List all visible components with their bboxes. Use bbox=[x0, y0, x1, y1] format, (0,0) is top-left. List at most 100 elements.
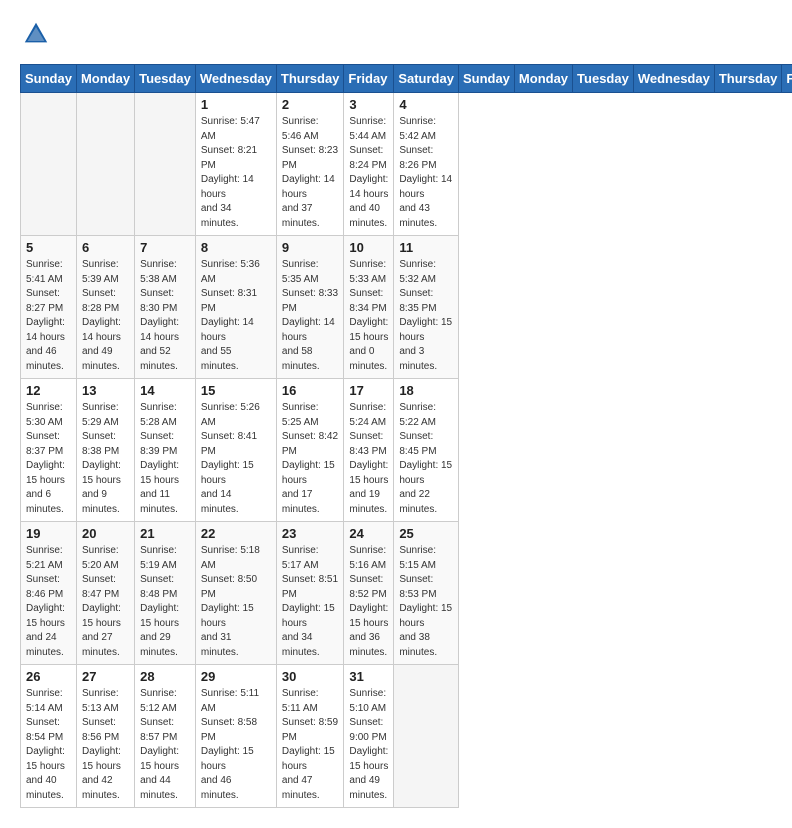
day-cell: 7 Sunrise: 5:38 AM Sunset: 8:30 PM Daylig… bbox=[135, 236, 196, 379]
col-header-thursday: Thursday bbox=[276, 65, 344, 93]
col-monday: Monday bbox=[514, 65, 572, 93]
day-info: Sunrise: 5:12 AM Sunset: 8:57 PM Dayligh… bbox=[140, 687, 190, 803]
day-number: 22 bbox=[201, 526, 271, 541]
day-info: Sunrise: 5:11 AM Sunset: 8:59 PM Dayligh… bbox=[282, 687, 339, 803]
week-row-2: 5 Sunrise: 5:41 AM Sunset: 8:27 PM Daylig… bbox=[21, 236, 792, 379]
day-info: Sunrise: 5:46 AM Sunset: 8:23 PM Dayligh… bbox=[282, 115, 339, 231]
day-number: 9 bbox=[282, 240, 339, 255]
day-cell: 22 Sunrise: 5:18 AM Sunset: 8:50 PM Dayli… bbox=[195, 522, 276, 665]
day-number: 27 bbox=[82, 669, 129, 684]
day-cell: 23Sunrise: 5:17 AM Sunset: 8:51 PM Dayli… bbox=[276, 522, 344, 665]
day-number: 8 bbox=[201, 240, 271, 255]
day-number: 1 bbox=[201, 97, 271, 112]
day-cell: 5 Sunrise: 5:41 AM Sunset: 8:27 PM Daylig… bbox=[21, 236, 77, 379]
day-cell: 3 Sunrise: 5:44 AM Sunset: 8:24 PM Daylig… bbox=[344, 93, 394, 236]
day-number: 21 bbox=[140, 526, 190, 541]
day-number: 5 bbox=[26, 240, 71, 255]
day-number: 19 bbox=[26, 526, 71, 541]
day-cell: 18 Sunrise: 5:22 AM Sunset: 8:45 PM Dayli… bbox=[394, 379, 459, 522]
week-row-5: 26Sunrise: 5:14 AM Sunset: 8:54 PM Dayli… bbox=[21, 665, 792, 808]
day-info: Sunrise: 5:47 AM Sunset: 8:21 PM Dayligh… bbox=[201, 115, 271, 231]
day-number: 3 bbox=[349, 97, 388, 112]
day-cell: 8 Sunrise: 5:36 AM Sunset: 8:31 PM Daylig… bbox=[195, 236, 276, 379]
day-cell: 21 Sunrise: 5:19 AM Sunset: 8:48 PM Dayli… bbox=[135, 522, 196, 665]
day-info: Sunrise: 5:35 AM Sunset: 8:33 PM Dayligh… bbox=[282, 258, 339, 374]
col-tuesday: Tuesday bbox=[573, 65, 634, 93]
day-info: Sunrise: 5:32 AM Sunset: 8:35 PM Dayligh… bbox=[399, 258, 453, 374]
day-number: 16 bbox=[282, 383, 339, 398]
day-cell: 25 Sunrise: 5:15 AM Sunset: 8:53 PM Dayli… bbox=[394, 522, 459, 665]
day-number: 13 bbox=[82, 383, 129, 398]
day-info: Sunrise: 5:13 AM Sunset: 8:56 PM Dayligh… bbox=[82, 687, 129, 803]
day-info: Sunrise: 5:41 AM Sunset: 8:27 PM Dayligh… bbox=[26, 258, 71, 374]
day-number: 7 bbox=[140, 240, 190, 255]
day-number: 20 bbox=[82, 526, 129, 541]
day-cell: 30 Sunrise: 5:11 AM Sunset: 8:59 PM Dayli… bbox=[276, 665, 344, 808]
col-header-friday: Friday bbox=[344, 65, 394, 93]
day-info: Sunrise: 5:10 AM Sunset: 9:00 PM Dayligh… bbox=[349, 687, 388, 803]
day-cell: 12 Sunrise: 5:30 AM Sunset: 8:37 PM Dayli… bbox=[21, 379, 77, 522]
col-header-monday: Monday bbox=[76, 65, 134, 93]
day-cell: 19 Sunrise: 5:21 AM Sunset: 8:46 PM Dayli… bbox=[21, 522, 77, 665]
week-row-3: 12 Sunrise: 5:30 AM Sunset: 8:37 PM Dayli… bbox=[21, 379, 792, 522]
day-cell: 20 Sunrise: 5:20 AM Sunset: 8:47 PM Dayli… bbox=[76, 522, 134, 665]
calendar-header-row: SundayMondayTuesdayWednesdayThursdayFrid… bbox=[21, 65, 792, 93]
day-number: 4 bbox=[399, 97, 453, 112]
col-sunday: Sunday bbox=[458, 65, 514, 93]
day-number: 25 bbox=[399, 526, 453, 541]
day-cell bbox=[135, 93, 196, 236]
day-number: 11 bbox=[399, 240, 453, 255]
day-number: 28 bbox=[140, 669, 190, 684]
day-info: Sunrise: 5:25 AM Sunset: 8:42 PM Dayligh… bbox=[282, 401, 339, 517]
day-cell: 6Sunrise: 5:39 AM Sunset: 8:28 PM Daylig… bbox=[76, 236, 134, 379]
day-number: 15 bbox=[201, 383, 271, 398]
day-cell bbox=[76, 93, 134, 236]
day-number: 18 bbox=[399, 383, 453, 398]
week-row-4: 19 Sunrise: 5:21 AM Sunset: 8:46 PM Dayli… bbox=[21, 522, 792, 665]
day-info: Sunrise: 5:22 AM Sunset: 8:45 PM Dayligh… bbox=[399, 401, 453, 517]
col-wednesday: Wednesday bbox=[633, 65, 714, 93]
day-number: 24 bbox=[349, 526, 388, 541]
day-info: Sunrise: 5:18 AM Sunset: 8:50 PM Dayligh… bbox=[201, 544, 271, 660]
day-cell: 9 Sunrise: 5:35 AM Sunset: 8:33 PM Daylig… bbox=[276, 236, 344, 379]
day-number: 12 bbox=[26, 383, 71, 398]
day-info: Sunrise: 5:38 AM Sunset: 8:30 PM Dayligh… bbox=[140, 258, 190, 374]
day-cell: 29Sunrise: 5:11 AM Sunset: 8:58 PM Dayli… bbox=[195, 665, 276, 808]
day-info: Sunrise: 5:36 AM Sunset: 8:31 PM Dayligh… bbox=[201, 258, 271, 374]
day-info: Sunrise: 5:14 AM Sunset: 8:54 PM Dayligh… bbox=[26, 687, 71, 803]
day-cell: 31 Sunrise: 5:10 AM Sunset: 9:00 PM Dayli… bbox=[344, 665, 394, 808]
day-info: Sunrise: 5:19 AM Sunset: 8:48 PM Dayligh… bbox=[140, 544, 190, 660]
day-cell: 11 Sunrise: 5:32 AM Sunset: 8:35 PM Dayli… bbox=[394, 236, 459, 379]
day-number: 2 bbox=[282, 97, 339, 112]
day-number: 14 bbox=[140, 383, 190, 398]
day-info: Sunrise: 5:16 AM Sunset: 8:52 PM Dayligh… bbox=[349, 544, 388, 660]
day-cell: 27 Sunrise: 5:13 AM Sunset: 8:56 PM Dayli… bbox=[76, 665, 134, 808]
week-row-1: 1 Sunrise: 5:47 AM Sunset: 8:21 PM Daylig… bbox=[21, 93, 792, 236]
col-thursday: Thursday bbox=[714, 65, 782, 93]
day-cell: 24 Sunrise: 5:16 AM Sunset: 8:52 PM Dayli… bbox=[344, 522, 394, 665]
day-info: Sunrise: 5:20 AM Sunset: 8:47 PM Dayligh… bbox=[82, 544, 129, 660]
day-cell: 1 Sunrise: 5:47 AM Sunset: 8:21 PM Daylig… bbox=[195, 93, 276, 236]
day-info: Sunrise: 5:44 AM Sunset: 8:24 PM Dayligh… bbox=[349, 115, 388, 231]
col-header-tuesday: Tuesday bbox=[135, 65, 196, 93]
day-info: Sunrise: 5:15 AM Sunset: 8:53 PM Dayligh… bbox=[399, 544, 453, 660]
day-info: Sunrise: 5:28 AM Sunset: 8:39 PM Dayligh… bbox=[140, 401, 190, 517]
page-header bbox=[20, 20, 772, 48]
col-header-saturday: Saturday bbox=[394, 65, 459, 93]
day-number: 6 bbox=[82, 240, 129, 255]
day-cell: 28 Sunrise: 5:12 AM Sunset: 8:57 PM Dayli… bbox=[135, 665, 196, 808]
col-header-wednesday: Wednesday bbox=[195, 65, 276, 93]
day-info: Sunrise: 5:11 AM Sunset: 8:58 PM Dayligh… bbox=[201, 687, 271, 803]
col-header-sunday: Sunday bbox=[21, 65, 77, 93]
day-info: Sunrise: 5:29 AM Sunset: 8:38 PM Dayligh… bbox=[82, 401, 129, 517]
day-info: Sunrise: 5:21 AM Sunset: 8:46 PM Dayligh… bbox=[26, 544, 71, 660]
day-number: 30 bbox=[282, 669, 339, 684]
day-number: 31 bbox=[349, 669, 388, 684]
day-cell: 26Sunrise: 5:14 AM Sunset: 8:54 PM Dayli… bbox=[21, 665, 77, 808]
day-info: Sunrise: 5:30 AM Sunset: 8:37 PM Dayligh… bbox=[26, 401, 71, 517]
day-cell: 14 Sunrise: 5:28 AM Sunset: 8:39 PM Dayli… bbox=[135, 379, 196, 522]
day-cell: 16 Sunrise: 5:25 AM Sunset: 8:42 PM Dayli… bbox=[276, 379, 344, 522]
day-info: Sunrise: 5:24 AM Sunset: 8:43 PM Dayligh… bbox=[349, 401, 388, 517]
day-number: 23 bbox=[282, 526, 339, 541]
logo-icon bbox=[22, 20, 50, 48]
